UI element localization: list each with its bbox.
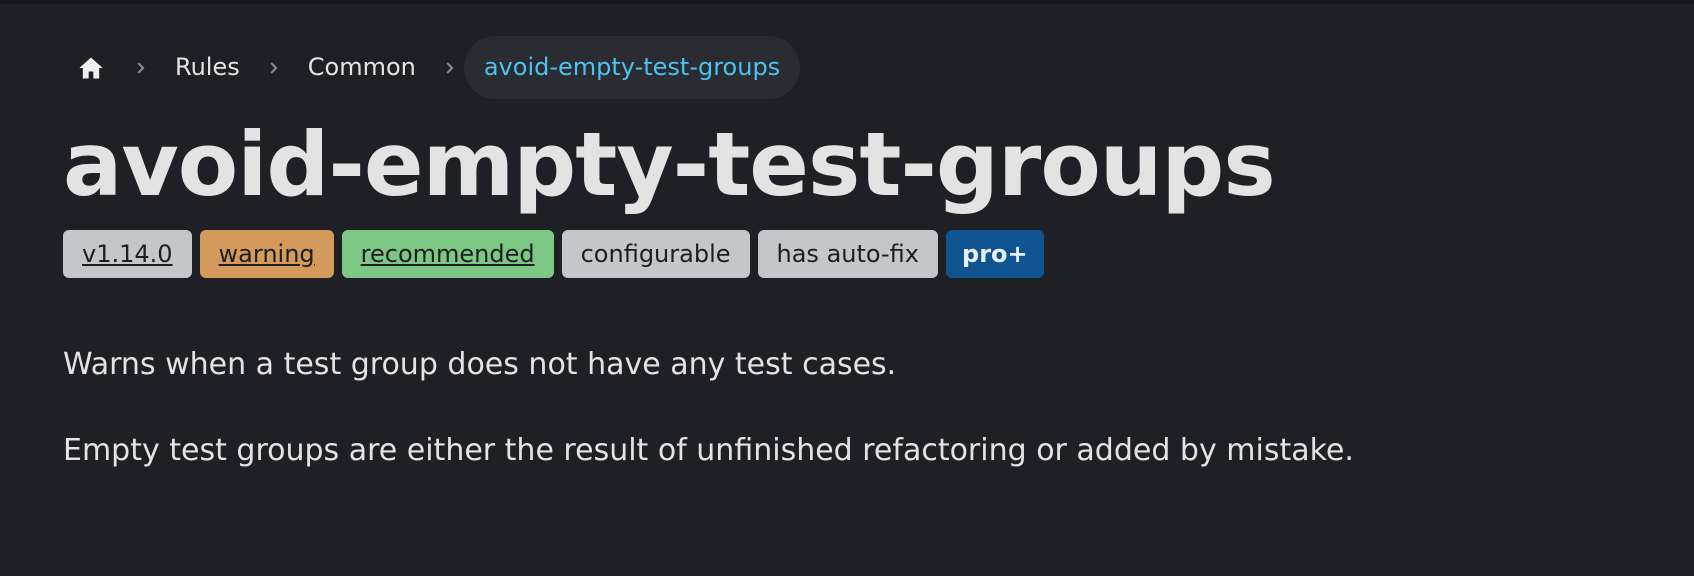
severity-badge[interactable]: warning <box>199 230 334 278</box>
main-content: Rules Common avoid-empty-test-groups avo… <box>63 36 1623 468</box>
chevron-right-icon <box>260 36 288 99</box>
description-detail: Empty test groups are either the result … <box>63 433 1354 468</box>
configurable-badge: configurable <box>561 230 750 278</box>
pro-tier-badge: pro+ <box>946 230 1044 278</box>
top-border <box>0 0 1694 4</box>
breadcrumb-item-rules[interactable]: Rules <box>155 36 260 99</box>
breadcrumb-item-current: avoid-empty-test-groups <box>463 36 801 99</box>
chevron-right-icon <box>127 36 155 99</box>
breadcrumb-item-common[interactable]: Common <box>288 36 436 99</box>
home-icon <box>79 57 103 78</box>
autofix-badge: has auto-fix <box>757 230 939 278</box>
recommended-badge[interactable]: recommended <box>341 230 554 278</box>
version-badge[interactable]: v1.14.0 <box>63 230 192 278</box>
description-summary: Warns when a test group does not have an… <box>63 347 897 382</box>
chevron-right-icon <box>436 36 464 99</box>
breadcrumb: Rules Common avoid-empty-test-groups <box>63 36 1623 99</box>
badge-list: v1.14.0 warning recommended configurable… <box>63 230 1623 278</box>
page-title: avoid-empty-test-groups <box>63 113 1276 216</box>
breadcrumb-home-link[interactable] <box>55 36 127 99</box>
